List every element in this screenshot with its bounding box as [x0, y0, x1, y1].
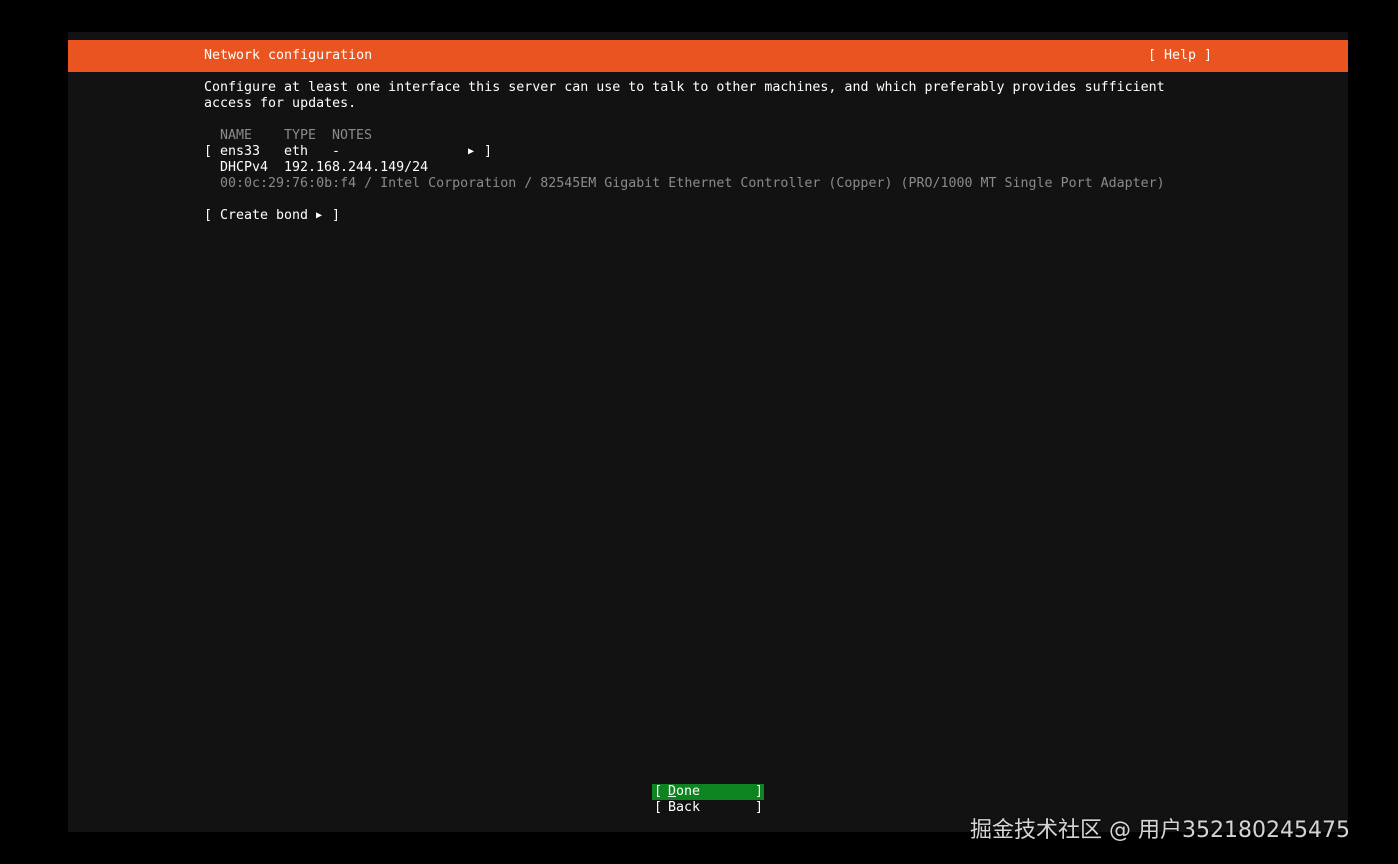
create-bond-close-bracket: ]: [332, 208, 341, 223]
interface-address-row: DHCPv4 192.168.244.149/24: [204, 160, 428, 176]
create-bond-open-bracket: [: [204, 208, 213, 223]
submenu-arrow-icon[interactable]: ▶: [468, 144, 474, 160]
back-open-bracket: [: [654, 800, 663, 815]
help-button[interactable]: [ Help ]: [1148, 48, 1212, 64]
done-label: Done: [668, 784, 700, 800]
intro-text-line-2: access for updates.: [204, 96, 357, 111]
table-header: NAME TYPE NOTES: [204, 128, 372, 144]
done-button[interactable]: [ Done ]: [652, 784, 764, 800]
page-title: Network configuration: [204, 48, 373, 63]
done-label-rest: one: [676, 784, 701, 799]
interface-hw-info-row: 00:0c:29:76:0b:f4 / Intel Corporation / …: [204, 176, 1165, 192]
title-bar: Network configuration [ Help ]: [68, 40, 1348, 72]
back-label: Back: [668, 800, 701, 815]
row-close-bracket: ]: [484, 144, 493, 159]
interface-row-ens33[interactable]: [ ens33 eth - ▶ ]: [204, 144, 492, 160]
interface-notes: -: [332, 144, 341, 159]
column-header-name: NAME: [220, 128, 253, 143]
hardware-info: 00:0c:29:76:0b:f4 / Intel Corporation / …: [220, 176, 1165, 191]
watermark: 掘金技术社区 @ 用户352180245475: [970, 818, 1350, 843]
interface-type: eth: [284, 144, 309, 159]
intro-text-line-1: Configure at least one interface this se…: [204, 80, 1165, 95]
done-close-bracket: ]: [755, 784, 764, 799]
interface-name: ens33: [220, 144, 261, 159]
done-open-bracket: [: [654, 784, 663, 799]
create-bond-button[interactable]: [ Create bond ▶ ]: [204, 208, 340, 224]
submenu-arrow-icon: ▶: [316, 210, 323, 221]
column-header-type: TYPE: [284, 128, 317, 143]
address-method: DHCPv4: [220, 160, 269, 175]
installer-screen: Network configuration [ Help ] Configure…: [68, 32, 1348, 832]
back-close-bracket: ]: [755, 800, 764, 815]
column-header-notes: NOTES: [332, 128, 373, 143]
back-button[interactable]: [ Back ]: [652, 800, 764, 816]
done-hotkey: D: [668, 784, 677, 799]
row-open-bracket: [: [204, 144, 213, 159]
create-bond-label: Create bond: [220, 208, 309, 223]
ip-address: 192.168.244.149/24: [284, 160, 429, 175]
